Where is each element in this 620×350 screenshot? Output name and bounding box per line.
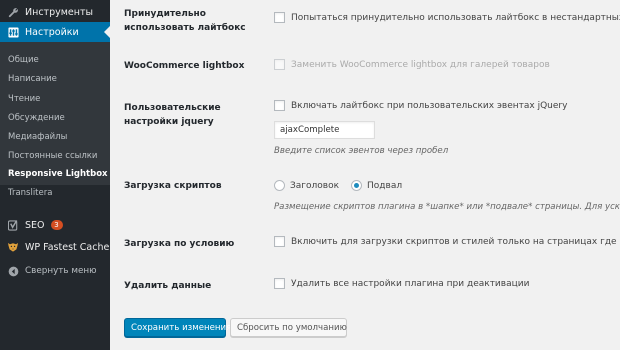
wp-admin-app: Инструменты Настройки Общие Написание Чт… [0,0,620,350]
delete-data-checkbox[interactable] [274,278,285,289]
collapse-arrow-icon [7,265,19,277]
admin-sidebar: Инструменты Настройки Общие Написание Чт… [0,0,110,350]
seo-notification-badge: 3 [50,220,63,230]
custom-events-description: Введите список эвентов через пробел [274,146,449,156]
custom-events-checkbox-label: Включать лайтбокс при пользовательских э… [291,100,568,111]
submenu-item-translitera[interactable]: Translitera [8,188,52,198]
submenu-item-writing[interactable]: Написание [8,74,57,84]
conditional-loading-heading: Загрузка по условию [124,239,235,249]
woocommerce-lightbox-checkbox-label: Заменить WooCommerce lightbox для галере… [291,59,550,70]
custom-events-input[interactable] [274,121,375,139]
settings-submenu: Общие Написание Чтение Обсуждение Медиаф… [0,42,110,198]
submenu-item-media[interactable]: Медиафайлы [8,132,67,142]
menu-item-seo[interactable]: SEO 3 [0,216,110,234]
custom-events-option[interactable]: Включать лайтбокс при пользовательских э… [274,100,567,111]
woocommerce-lightbox-checkbox [274,59,285,70]
menu-item-settings-label: Настройки [25,26,79,38]
collapse-menu-button[interactable]: Свернуть меню [0,262,110,280]
force-lightbox-checkbox[interactable] [274,12,285,23]
delete-data-heading: Удалить данные [124,281,212,291]
submenu-item-general[interactable]: Общие [8,55,39,65]
submenu-item-permalinks[interactable]: Постоянные ссылки [8,151,97,161]
settings-content: Принудительно использовать лайтбокс Попы… [110,0,620,350]
settings-sliders-icon [7,26,19,38]
custom-events-heading: Пользовательские настройки jquery [124,103,221,127]
radio-footer-selected-dot [354,183,360,188]
submenu-item-responsive-lightbox[interactable]: Responsive Lightbox [8,169,108,179]
delete-data-option[interactable]: Удалить все настройки плагина при деакти… [274,278,529,289]
script-loading-description: Размещение скриптов плагина в *шапке* ил… [274,202,620,212]
woocommerce-lightbox-heading: WooCommerce lightbox [124,61,245,71]
radio-header[interactable] [274,180,285,191]
submenu-item-discussion[interactable]: Обсуждение [8,113,65,123]
menu-item-seo-label: SEO [25,219,45,231]
menu-item-tools-label: Инструменты [25,7,93,18]
radio-header-label[interactable]: Заголовок [290,181,339,191]
cheetah-icon [7,241,19,253]
force-lightbox-checkbox-label: Попытаться принудительно использовать ла… [291,12,620,23]
radio-footer-label[interactable]: Подвал [367,181,402,191]
script-loading-heading: Загрузка скриптов [124,181,222,191]
custom-events-checkbox[interactable] [274,100,285,111]
conditional-loading-option[interactable]: Включить для загрузки скриптов и стилей … [274,236,620,247]
radio-footer[interactable] [351,180,363,191]
menu-item-wp-fastest-cache[interactable]: WP Fastest Cache [0,238,110,256]
collapse-menu-label: Свернуть меню [25,266,97,276]
menu-item-wp-fastest-cache-label: WP Fastest Cache [25,241,110,253]
submenu-item-reading[interactable]: Чтение [8,94,40,104]
wrench-icon [7,7,19,19]
menu-item-settings[interactable]: Настройки [0,22,110,42]
force-lightbox-heading: Принудительно использовать лайтбокс [124,9,246,33]
save-changes-button[interactable]: Сохранить изменения [124,318,231,337]
menu-item-tools[interactable]: Инструменты [0,4,110,21]
yoast-seo-icon [7,219,19,231]
delete-data-checkbox-label: Удалить все настройки плагина при деакти… [291,278,530,289]
conditional-loading-checkbox[interactable] [274,236,285,247]
woocommerce-lightbox-option: Заменить WooCommerce lightbox для галере… [274,59,550,70]
reset-defaults-button[interactable]: Сбросить по умолчанию [230,318,347,337]
script-loading-options: Заголовок Подвал [274,180,414,191]
force-lightbox-option[interactable]: Попытаться принудительно использовать ла… [274,12,620,23]
conditional-loading-checkbox-label: Включить для загрузки скриптов и стилей … [291,236,620,247]
